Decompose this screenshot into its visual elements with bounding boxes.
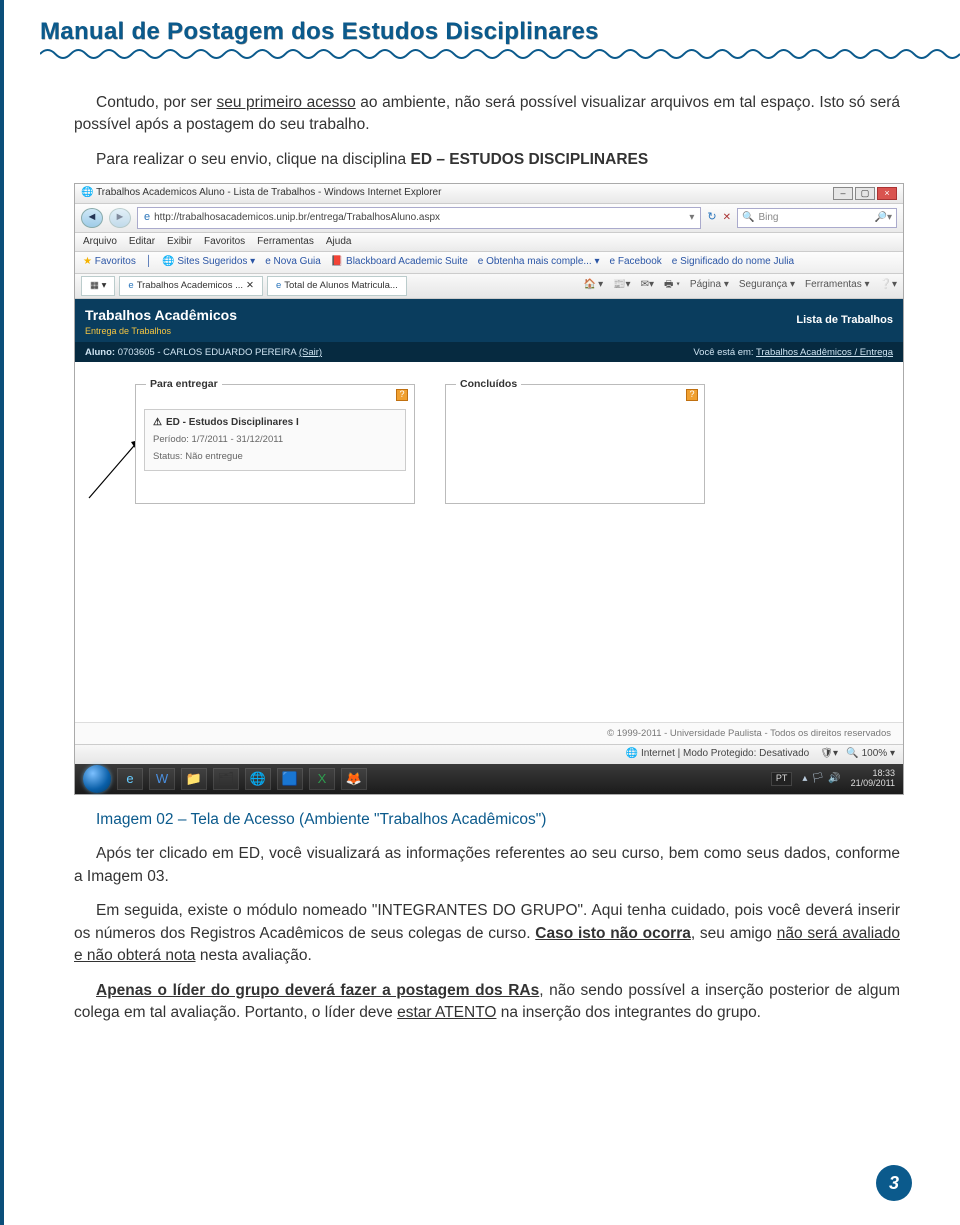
embedded-screenshot: 🌐 Trabalhos Academicos Aluno - Lista de … bbox=[74, 183, 904, 795]
sair-link[interactable]: (Sair) bbox=[299, 347, 322, 358]
image-caption: Imagem 02 – Tela de Acesso (Ambiente "Tr… bbox=[96, 809, 900, 831]
favorites-bar[interactable]: ★ Favoritos │ 🌐 Sites Sugeridos ▾ e Nova… bbox=[75, 252, 903, 274]
breadcrumb: Você está em: Trabalhos Acadêmicos / Ent… bbox=[693, 346, 893, 360]
paragraph-1: Contudo, por ser seu primeiro acesso ao … bbox=[74, 92, 900, 137]
taskbar-word-icon[interactable]: W bbox=[149, 768, 175, 790]
command-bar[interactable]: 🏠▾ 📰▾ ✉▾ 🖶 ▾ Página ▾ Segurança ▾ Ferram… bbox=[584, 278, 897, 293]
paragraph-5: Apenas o líder do grupo deverá fazer a p… bbox=[74, 980, 900, 1025]
taskbar-excel-icon[interactable]: X bbox=[309, 768, 335, 790]
para-entregar-legend: Para entregar bbox=[146, 377, 222, 392]
language-indicator[interactable]: PT bbox=[771, 772, 793, 786]
browser-tab-2[interactable]: eTotal de Alunos Matricula... bbox=[267, 276, 407, 296]
search-box[interactable]: 🔍Bing 🔎▾ bbox=[737, 208, 897, 229]
taskbar-ie2-icon[interactable]: 🌐 bbox=[245, 768, 271, 790]
page-number: 3 bbox=[876, 1165, 912, 1201]
back-button[interactable]: ◄ bbox=[81, 208, 103, 228]
help-icon[interactable]: ? bbox=[396, 389, 408, 401]
page-heading: Lista de Trabalhos bbox=[796, 313, 893, 329]
paragraph-4: Em seguida, existe o módulo nomeado "INT… bbox=[74, 900, 900, 967]
para-entregar-panel: Para entregar ? ⚠ED - Estudos Disciplina… bbox=[135, 384, 415, 504]
help-icon[interactable]: ? bbox=[686, 389, 698, 401]
system-tray[interactable]: ▴🏳🔊 bbox=[802, 773, 840, 784]
status-bar: 🌐 Internet | Modo Protegido: Desativado … bbox=[75, 744, 903, 764]
paragraph-3: Após ter clicado em ED, você visualizará… bbox=[74, 843, 900, 888]
taskbar-explorer-icon[interactable]: 📁 bbox=[181, 768, 207, 790]
concluidos-panel: Concluídos ? bbox=[445, 384, 705, 504]
taskbar-folder-icon[interactable]: 🗂 bbox=[213, 768, 239, 790]
stop-button[interactable]: ✕ bbox=[723, 211, 731, 226]
app-header: Trabalhos Acadêmicos Entrega de Trabalho… bbox=[75, 299, 903, 344]
wave-separator bbox=[40, 46, 960, 62]
window-title: 🌐 Trabalhos Academicos Aluno - Lista de … bbox=[81, 186, 441, 201]
paragraph-2: Para realizar o seu envio, clique na dis… bbox=[74, 149, 900, 171]
aluno-info: Aluno: 0703605 - CARLOS EDUARDO PEREIRA … bbox=[85, 346, 322, 360]
minimize-button[interactable]: – bbox=[833, 187, 853, 200]
taskbar-firefox-icon[interactable]: 🦊 bbox=[341, 768, 367, 790]
taskbar-app-icon[interactable]: 🟦 bbox=[277, 768, 303, 790]
concluidos-legend: Concluídos bbox=[456, 377, 521, 392]
close-button[interactable]: × bbox=[877, 187, 897, 200]
taskbar-ie-icon[interactable]: e bbox=[117, 768, 143, 790]
maximize-button[interactable]: ▢ bbox=[855, 187, 875, 200]
forward-button[interactable]: ► bbox=[109, 208, 131, 228]
menu-bar[interactable]: ArquivoEditarExibirFavoritosFerramentasA… bbox=[75, 233, 903, 253]
ed-discipline-item[interactable]: ⚠ED - Estudos Disciplinares I Período: 1… bbox=[144, 409, 406, 471]
start-button[interactable] bbox=[83, 765, 111, 793]
refresh-button[interactable]: ↻ bbox=[707, 210, 716, 226]
taskbar[interactable]: e W 📁 🗂 🌐 🟦 X 🦊 PT ▴🏳🔊 18:33 21/09/2011 bbox=[75, 764, 903, 794]
doc-title: Manual de Postagem dos Estudos Disciplin… bbox=[40, 18, 960, 46]
quick-tabs-button[interactable]: ▦ ▾ bbox=[81, 276, 115, 296]
app-title: Trabalhos Acadêmicos bbox=[85, 305, 237, 325]
address-bar[interactable]: ehttp://trabalhosacademicos.unip.br/entr… bbox=[137, 207, 701, 229]
copyright: © 1999-2011 - Universidade Paulista - To… bbox=[75, 722, 903, 745]
browser-tab-1[interactable]: eTrabalhos Academicos ... ✕ bbox=[119, 276, 263, 296]
app-subtitle: Entrega de Trabalhos bbox=[85, 325, 237, 338]
clock[interactable]: 18:33 21/09/2011 bbox=[851, 769, 895, 789]
